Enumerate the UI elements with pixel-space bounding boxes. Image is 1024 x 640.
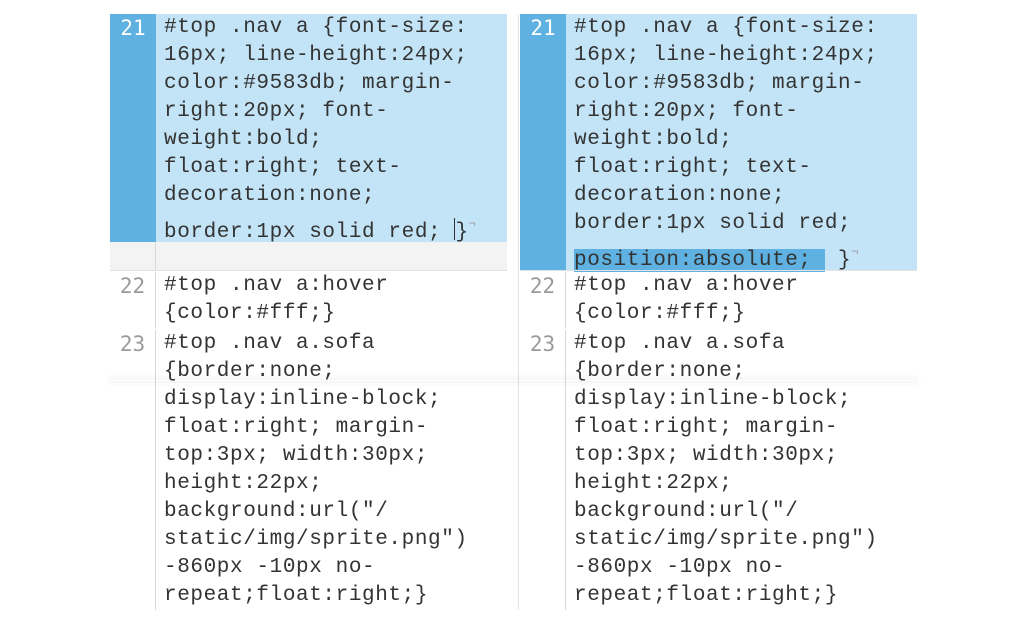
alignment-filler xyxy=(110,242,507,270)
code-text[interactable]: #top .nav a {font-size: 16px; line-heigh… xyxy=(574,14,917,275)
code-line: repeat;float:right;} xyxy=(574,584,839,607)
code-line: background:url("/ xyxy=(164,500,389,523)
diff-line-22-left[interactable]: 22 #top .nav a:hover {color:#fff;} xyxy=(110,272,507,328)
diff-line-22-right[interactable]: 22 #top .nav a:hover {color:#fff;} xyxy=(520,272,917,328)
line-separator xyxy=(520,270,917,271)
code-line: display:inline-block; xyxy=(164,388,442,411)
code-line: #top .nav a:hover xyxy=(574,274,799,297)
line-number: 22 xyxy=(520,272,566,328)
code-line: #top .nav a {font-size: xyxy=(164,16,468,39)
line-end-marker-icon: ¬ xyxy=(851,245,860,259)
code-line: border:1px solid red; xyxy=(574,212,852,235)
diff-line-21-left[interactable]: 21 #top .nav a {font-size: 16px; line-he… xyxy=(110,14,507,244)
code-line: -860px -10px no- xyxy=(164,556,376,579)
code-line: static/img/sprite.png") xyxy=(574,528,878,551)
diff-line-23-right[interactable]: 23 #top .nav a.sofa {border:none; displa… xyxy=(520,330,917,610)
code-line: decoration:none; xyxy=(164,184,376,207)
code-line: #top .nav a.sofa xyxy=(574,332,786,355)
code-line: top:3px; width:30px; xyxy=(164,444,429,467)
code-line: 16px; line-height:24px; xyxy=(574,44,878,67)
line-end-marker-icon: ¬ xyxy=(468,217,477,231)
code-line: weight:bold; xyxy=(574,128,733,151)
pane-divider[interactable] xyxy=(518,14,519,610)
diff-line-23-left[interactable]: 23 #top .nav a.sofa {border:none; displa… xyxy=(110,330,507,610)
code-line: color:#9583db; margin- xyxy=(574,72,865,95)
code-text[interactable]: #top .nav a:hover {color:#fff;} xyxy=(574,272,917,328)
line-number: 22 xyxy=(110,272,156,328)
code-line: float:right; margin- xyxy=(164,416,429,439)
code-line: float:right; text- xyxy=(164,156,402,179)
code-line: #top .nav a:hover xyxy=(164,274,389,297)
code-line: height:22px; xyxy=(164,472,323,495)
code-line: #top .nav a.sofa xyxy=(164,332,376,355)
code-line: float:right; margin- xyxy=(574,416,839,439)
line-number: 23 xyxy=(520,330,566,610)
added-text-highlight: position:absolute; xyxy=(574,249,825,272)
code-line: display:inline-block; xyxy=(574,388,852,411)
code-line: top:3px; width:30px; xyxy=(574,444,839,467)
filler-gutter xyxy=(110,242,156,270)
code-line: #top .nav a {font-size: xyxy=(574,16,878,39)
code-line: right:20px; font- xyxy=(164,100,389,123)
code-line: decoration:none; xyxy=(574,184,786,207)
code-line: -860px -10px no- xyxy=(574,556,786,579)
code-close: } xyxy=(838,249,852,272)
code-line: repeat;float:right;} xyxy=(164,584,429,607)
code-text[interactable]: #top .nav a.sofa {border:none; display:i… xyxy=(574,330,917,610)
code-text[interactable]: #top .nav a:hover {color:#fff;} xyxy=(164,272,507,328)
code-line: border:1px solid red; xyxy=(164,221,455,244)
scroll-shadow xyxy=(110,380,916,381)
code-line: static/img/sprite.png") xyxy=(164,528,468,551)
code-line: weight:bold; xyxy=(164,128,323,151)
line-separator xyxy=(110,270,507,271)
code-text[interactable]: #top .nav a {font-size: 16px; line-heigh… xyxy=(164,14,507,247)
code-line: background:url("/ xyxy=(574,500,799,523)
code-line: height:22px; xyxy=(574,472,733,495)
code-line: 16px; line-height:24px; xyxy=(164,44,468,67)
code-line: float:right; text- xyxy=(574,156,812,179)
code-line: color:#9583db; margin- xyxy=(164,72,455,95)
code-close: } xyxy=(455,221,469,244)
code-line: right:20px; font- xyxy=(574,100,799,123)
diff-line-21-right[interactable]: 21 #top .nav a {font-size: 16px; line-he… xyxy=(520,14,917,272)
code-line: {color:#fff;} xyxy=(164,302,336,325)
line-number: 21 xyxy=(110,14,156,242)
line-number: 23 xyxy=(110,330,156,610)
code-text[interactable]: #top .nav a.sofa {border:none; display:i… xyxy=(164,330,507,610)
line-number: 21 xyxy=(520,14,566,270)
code-line: {color:#fff;} xyxy=(574,302,746,325)
